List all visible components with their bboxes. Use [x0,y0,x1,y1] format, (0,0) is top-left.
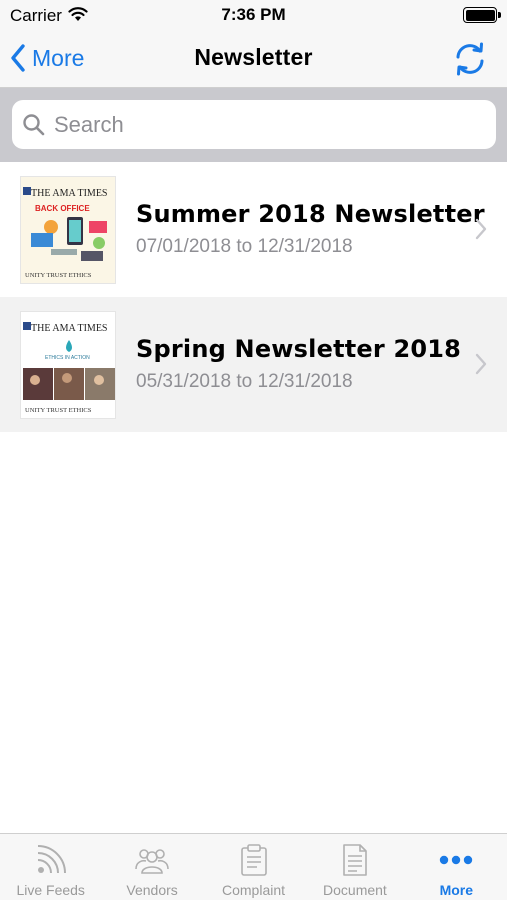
tab-vendors[interactable]: Vendors [101,834,202,900]
newsletter-title: Summer 2018 Newsletter [136,200,485,228]
thumb-feature: BACK OFFICE [35,204,90,213]
newsletter-date-range: 07/01/2018 to 12/31/2018 [136,236,353,257]
tab-complaint[interactable]: Complaint [203,834,304,900]
chevron-right-icon [475,353,487,375]
chevron-right-icon [475,218,487,240]
tab-more[interactable]: More [406,834,507,900]
rss-icon [34,842,68,878]
newsletter-title: Spring Newsletter 2018 [136,335,462,363]
more-dots-icon [438,842,474,878]
newsletter-date-range: 05/31/2018 to 12/31/2018 [136,371,353,392]
navigation-bar: More Newsletter [0,30,507,88]
page-title: Newsletter [194,44,313,70]
newsletter-thumbnail: THE AMA TIMES BACK OFFICE UNITY TRUST ET… [20,176,116,284]
newsletter-row[interactable]: THE AMA TIMES ETHICS IN ACTION UNITY TRU… [0,297,507,432]
thumb-masthead: THE AMA TIMES [31,323,108,334]
search-bar-container [0,88,507,162]
battery-icon [463,7,501,23]
tab-label: Document [323,882,387,898]
search-box[interactable] [12,100,496,149]
newsletter-list: THE AMA TIMES BACK OFFICE UNITY TRUST ET… [0,162,507,432]
tab-label: Vendors [126,882,178,898]
document-icon [341,842,369,878]
tab-label: More [439,882,474,898]
tab-bar: Live Feeds Vendors Complaint Document Mo… [0,833,507,900]
refresh-button[interactable] [451,40,489,78]
thumb-masthead: THE AMA TIMES [31,188,108,199]
thumb-footer: UNITY TRUST ETHICS [25,407,92,414]
tab-document[interactable]: Document [304,834,405,900]
status-bar: Carrier 7:36 PM [0,0,507,30]
search-input[interactable] [54,111,474,138]
search-icon [23,113,45,135]
thumb-footer: UNITY TRUST ETHICS [25,272,92,279]
tab-label: Complaint [222,882,286,898]
status-time: 7:36 PM [221,5,286,24]
newsletter-row[interactable]: THE AMA TIMES BACK OFFICE UNITY TRUST ET… [0,162,507,297]
group-icon [134,842,170,878]
thumb-feature: ETHICS IN ACTION [45,355,90,361]
clipboard-icon [239,842,269,878]
refresh-icon [456,42,484,76]
newsletter-thumbnail: THE AMA TIMES ETHICS IN ACTION UNITY TRU… [20,311,116,419]
tab-label: Live Feeds [16,882,85,898]
tab-live-feeds[interactable]: Live Feeds [0,834,101,900]
